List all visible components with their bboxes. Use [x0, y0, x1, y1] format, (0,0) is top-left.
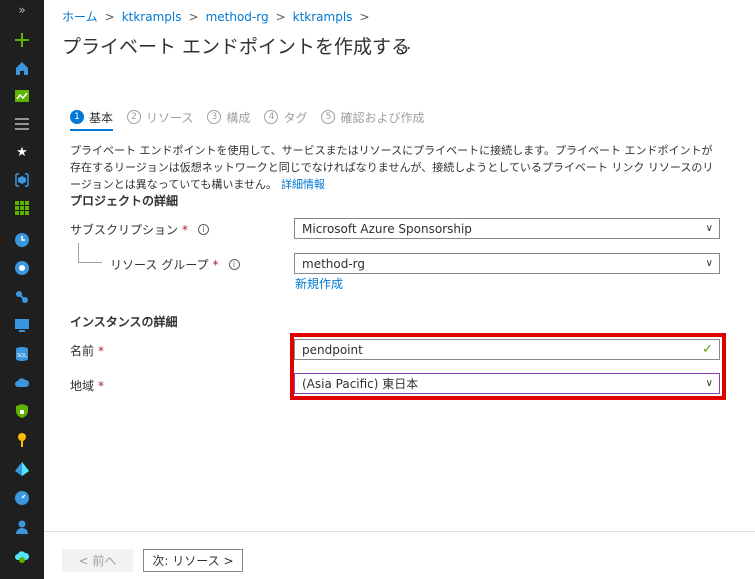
create-new-link[interactable]: 新規作成	[295, 275, 343, 292]
azure-ad-icon[interactable]	[12, 459, 32, 479]
tab-label: 構成	[226, 110, 251, 125]
step-number-badge: 4	[264, 110, 279, 124]
tab-basics[interactable]: 1 基本	[70, 106, 114, 131]
chevron-down-icon: ∨	[705, 258, 713, 269]
advisor-icon[interactable]	[12, 517, 32, 537]
breadcrumb-ktkrampls[interactable]: ktkrampls	[122, 10, 182, 24]
all-services-icon[interactable]	[12, 114, 32, 134]
more-options-icon[interactable]: ...	[396, 34, 411, 53]
name-label: 名前 *	[70, 342, 104, 359]
function-app-icon[interactable]	[12, 287, 32, 307]
resource-group-label-text: リソース グループ	[110, 258, 209, 272]
required-asterisk: *	[98, 378, 105, 393]
cloud-services-icon[interactable]	[12, 372, 32, 392]
expand-sidebar-icon[interactable]: »	[0, 0, 44, 22]
required-asterisk: *	[212, 257, 219, 272]
previous-button[interactable]: < 前へ	[62, 549, 133, 572]
tab-label: 確認および作成	[340, 110, 425, 125]
key-vault-icon[interactable]	[12, 430, 32, 450]
project-details-heading: プロジェクトの詳細	[70, 194, 179, 208]
recent-clock-icon[interactable]	[12, 230, 32, 250]
subscription-label: サブスクリプション * i	[70, 221, 210, 238]
sql-database-icon[interactable]: SQL	[12, 344, 32, 364]
favorites-star-icon[interactable]: ★	[12, 142, 32, 162]
wizard-tabs: 1 基本 2 リソース 3 構成 4 タグ 5 確認および作成	[70, 106, 438, 131]
dashboard-icon[interactable]	[12, 86, 32, 106]
next-resource-button[interactable]: 次: リソース >	[143, 549, 243, 572]
chevron-right-icon: >	[104, 10, 115, 24]
svg-text:SQL: SQL	[17, 353, 27, 359]
description-body: プライベート エンドポイントを使用して、サービスまたはリソースにプライベートに接…	[70, 144, 714, 191]
breadcrumb-ktkrampls-2[interactable]: ktkrampls	[293, 10, 353, 24]
info-icon[interactable]: i	[198, 224, 210, 235]
home-icon[interactable]	[12, 58, 32, 78]
resource-groups-icon[interactable]	[12, 170, 32, 190]
virtual-machine-icon[interactable]	[12, 315, 32, 335]
monitor-icon[interactable]	[12, 488, 32, 508]
instance-details-heading: インスタンスの詳細	[70, 315, 178, 329]
step-number-badge: 3	[207, 110, 222, 124]
create-icon[interactable]	[12, 30, 32, 50]
learn-more-link[interactable]: 詳細情報	[281, 178, 325, 191]
required-asterisk: *	[98, 343, 105, 358]
step-number-badge: 5	[321, 110, 336, 124]
tab-label: リソース	[146, 110, 194, 125]
tab-configuration[interactable]: 3 構成	[207, 106, 250, 128]
info-icon[interactable]: i	[228, 259, 240, 270]
tab-review-create[interactable]: 5 確認および作成	[321, 106, 424, 128]
step-number-badge: 2	[127, 110, 142, 124]
left-nav-sidebar: » ★ SQL	[0, 0, 44, 579]
footer-divider	[44, 531, 755, 532]
cost-management-icon[interactable]	[12, 546, 32, 566]
chevron-right-icon: >	[275, 10, 286, 24]
breadcrumb-method-rg[interactable]: method-rg	[206, 10, 269, 24]
region-label-text: 地域	[70, 379, 95, 393]
step-number-badge: 1	[70, 110, 84, 124]
subscription-select[interactable]: Microsoft Azure Sponsorship ∨	[294, 218, 720, 239]
tab-tags[interactable]: 4 タグ	[264, 106, 307, 128]
resource-group-value: method-rg	[302, 256, 366, 271]
breadcrumb: ホーム > ktkrampls > method-rg > ktkrampls >	[62, 8, 377, 25]
tab-resource[interactable]: 2 リソース	[127, 106, 193, 128]
all-resources-icon[interactable]	[12, 198, 32, 218]
description-text: プライベート エンドポイントを使用して、サービスまたはリソースにプライベートに接…	[70, 142, 720, 193]
app-services-icon[interactable]	[12, 258, 32, 278]
highlight-box	[290, 333, 726, 400]
name-label-text: 名前	[70, 344, 95, 358]
chevron-right-icon: >	[359, 10, 370, 24]
page-title: プライベート エンドポイントを作成する	[62, 36, 411, 58]
chevron-down-icon: ∨	[705, 223, 713, 234]
main-panel: ホーム > ktkrampls > method-rg > ktkrampls > プライベー…	[44, 0, 755, 579]
tab-label: タグ	[283, 110, 308, 125]
security-center-icon[interactable]	[12, 401, 32, 421]
resource-group-label: リソース グループ * i	[110, 256, 240, 273]
chevron-right-icon: >	[188, 10, 199, 24]
subscription-label-text: サブスクリプション	[70, 223, 179, 237]
resource-group-select[interactable]: method-rg ∨	[294, 253, 720, 274]
tree-connector	[78, 243, 102, 263]
subscription-value: Microsoft Azure Sponsorship	[302, 221, 472, 236]
breadcrumb-home[interactable]: ホーム	[62, 10, 98, 24]
required-asterisk: *	[182, 222, 189, 237]
tab-label: 基本	[89, 110, 114, 125]
region-label: 地域 *	[70, 377, 104, 394]
